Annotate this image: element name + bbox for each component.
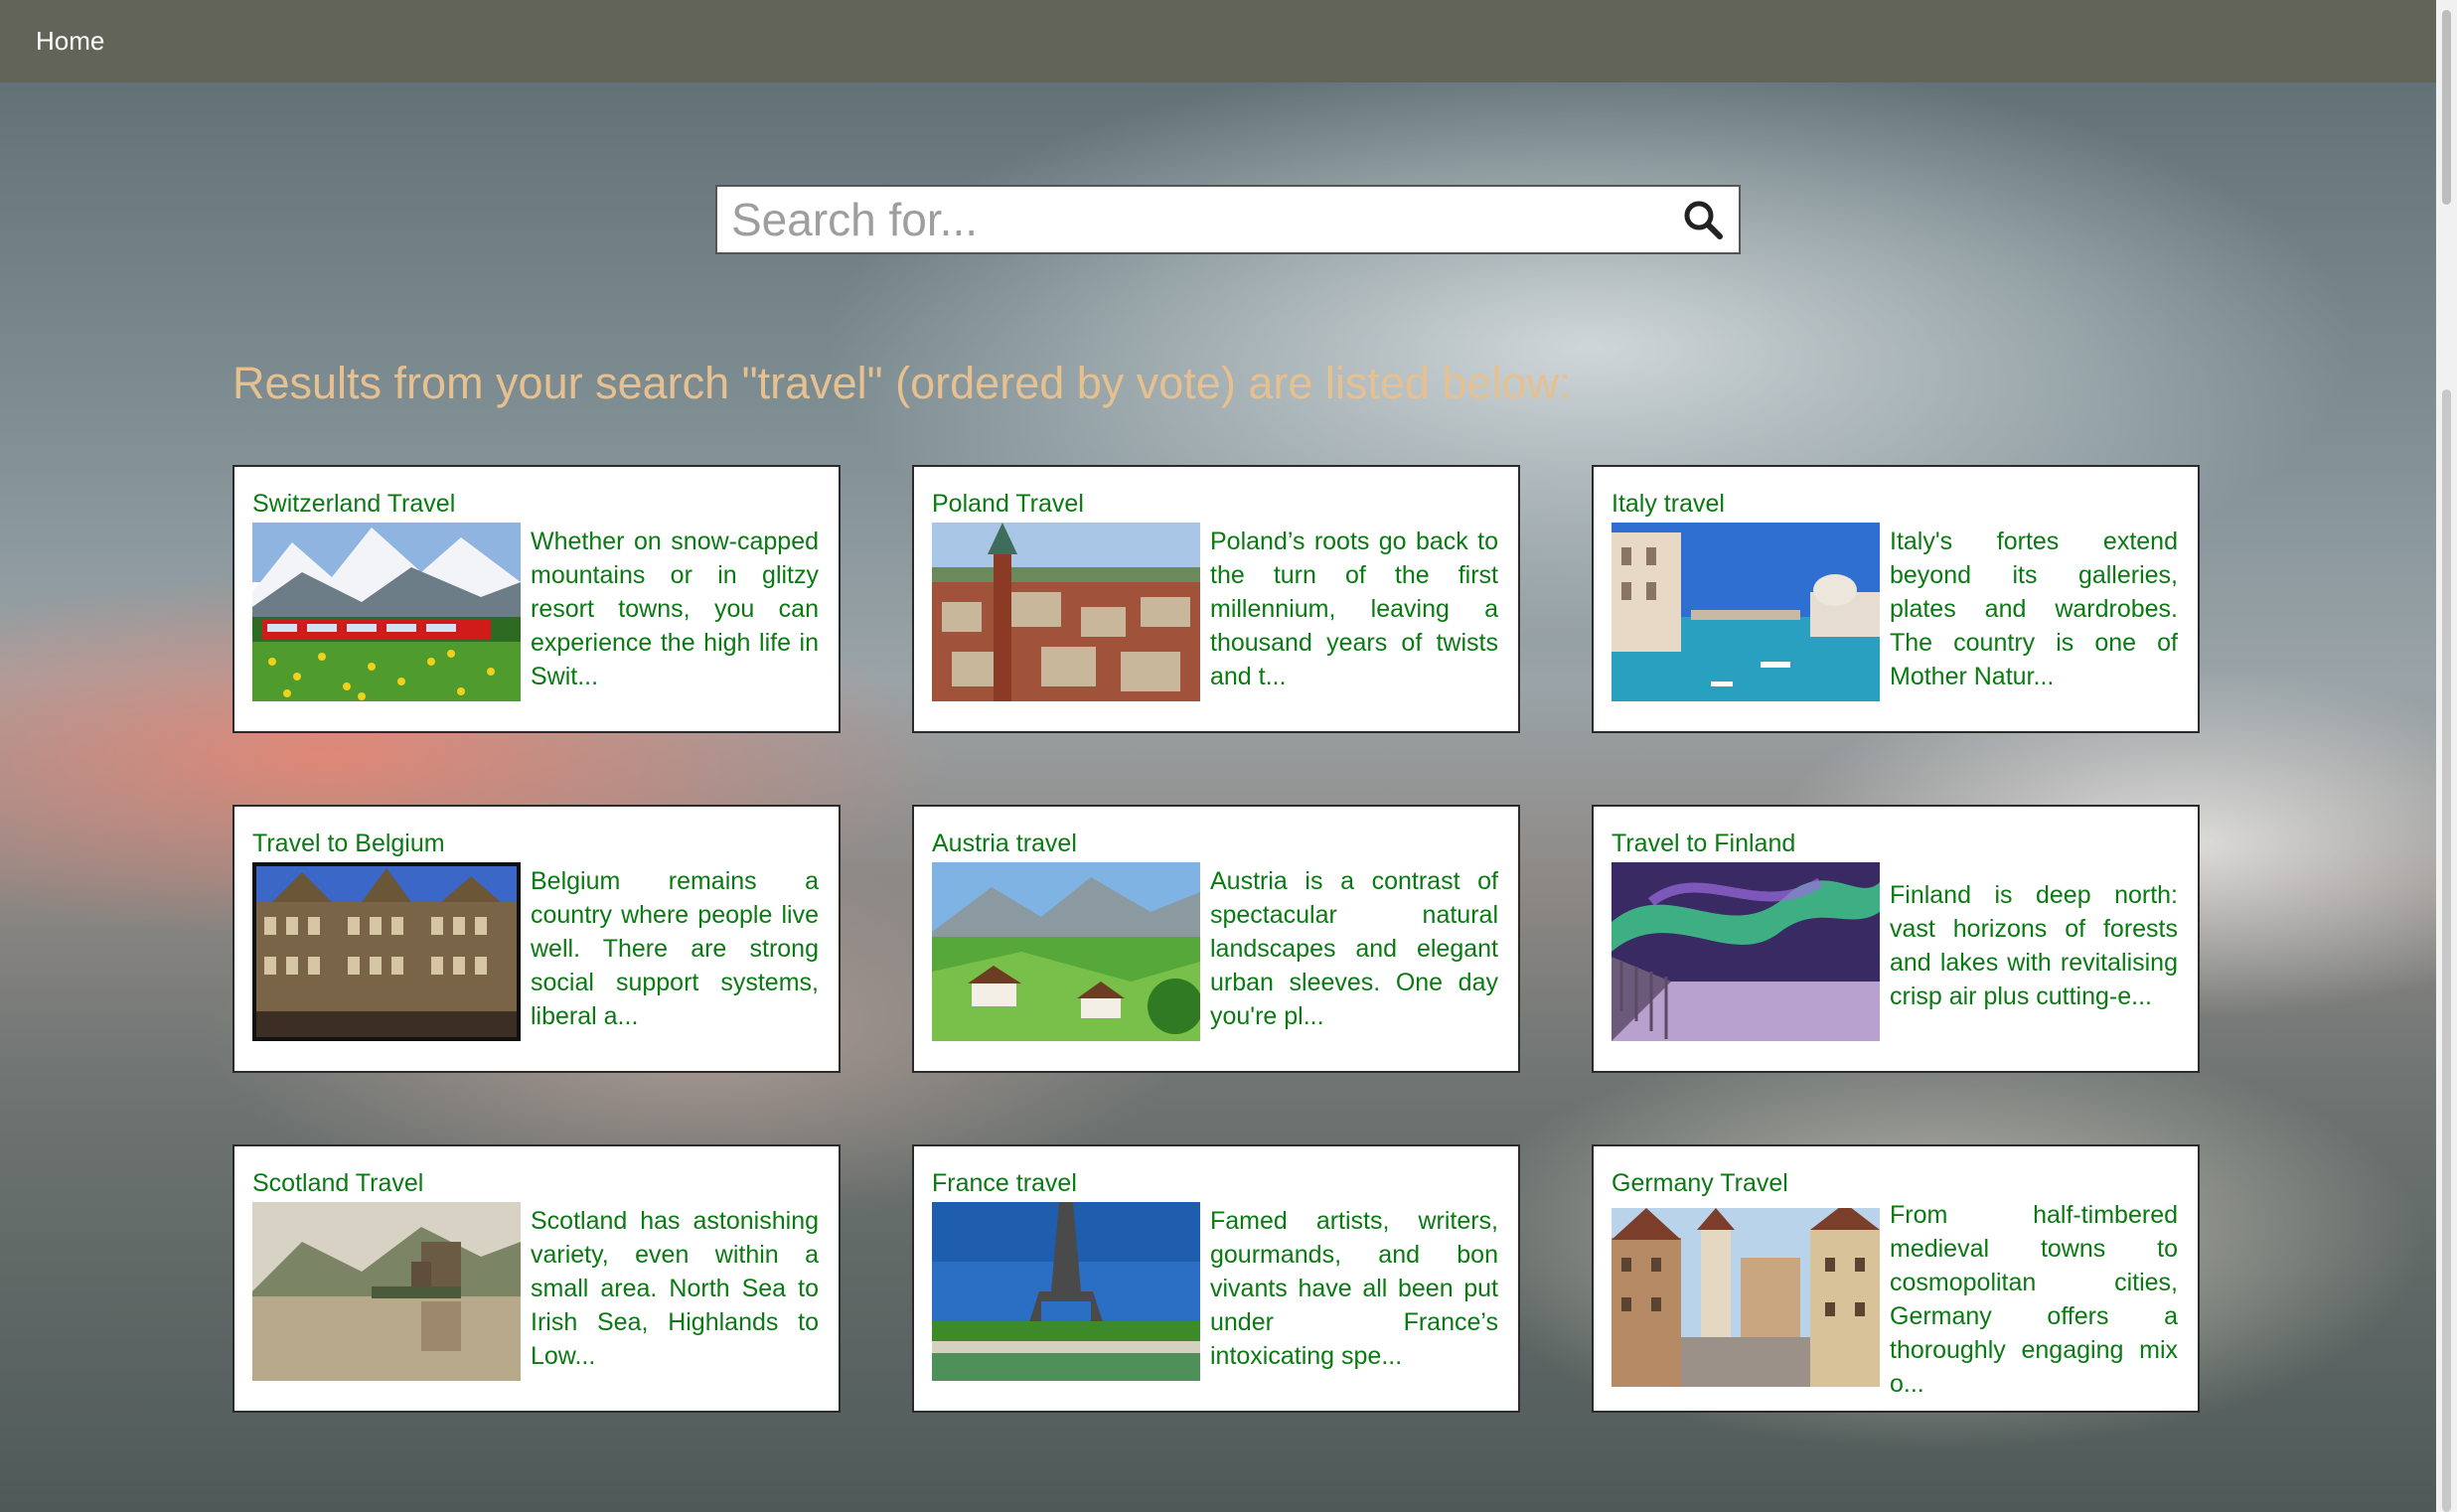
scrollbar-thumb-upper[interactable] [2442,10,2451,205]
top-navbar: Home [0,0,2436,82]
search-box [715,185,1741,254]
belgium-grand-place-photo[interactable] [252,862,521,1041]
result-card[interactable]: France travel Famed artists, writers, go… [912,1144,1520,1413]
card-title[interactable]: Germany Travel [1612,1168,2178,1198]
card-description: Scotland has astonishing variety, even w… [531,1207,819,1370]
poland-town-photo[interactable] [932,523,1200,701]
page-scrollbar[interactable] [2436,0,2457,1512]
card-title[interactable]: France travel [932,1168,1498,1198]
card-title[interactable]: Travel to Finland [1612,829,2178,858]
result-card[interactable]: Poland Travel Poland’s roots go back to … [912,465,1520,733]
card-title[interactable]: Travel to Belgium [252,829,819,858]
result-card[interactable]: Scotland Travel Scotland has astonishing… [232,1144,841,1413]
card-title[interactable]: Poland Travel [932,489,1498,519]
france-eiffel-photo[interactable] [932,1202,1200,1381]
card-description: Whether on snow-capped mountains or in g… [531,528,819,690]
result-card[interactable]: Austria travel Austria is a contrast of … [912,805,1520,1073]
card-description: Austria is a contrast of spectacular nat… [1210,867,1498,1030]
result-card[interactable]: Switzerland Travel Whether on snow-cappe… [232,465,841,733]
search-icon [1684,201,1723,239]
search-button[interactable] [1671,188,1735,251]
finland-aurora-photo[interactable] [1612,862,1880,1041]
search-input[interactable] [717,189,1671,250]
result-card[interactable]: Travel to Belgium Belgium remains a coun… [232,805,841,1073]
card-title[interactable]: Austria travel [932,829,1498,858]
results-grid: Switzerland Travel Whether on snow-cappe… [232,465,2200,1413]
austria-valley-photo[interactable] [932,862,1200,1041]
card-description: From half-timbered medieval towns to cos… [1890,1201,2178,1398]
scrollbar-thumb[interactable] [2442,389,2451,1512]
result-card[interactable]: Italy travel Italy's fortes extend beyon… [1592,465,2200,733]
germany-old-town-photo[interactable] [1612,1208,1880,1387]
result-card[interactable]: Germany Travel From half-timbered mediev… [1592,1144,2200,1413]
card-description: Italy's fortes extend beyond its galleri… [1890,528,2178,690]
card-description: Poland’s roots go back to the turn of th… [1210,528,1498,690]
result-card[interactable]: Travel to Finland Finland is deep north:… [1592,805,2200,1073]
card-description: Belgium remains a country where people l… [531,867,819,1030]
card-description: Finland is deep north: vast horizons of … [1890,881,2178,1010]
card-title[interactable]: Italy travel [1612,489,2178,519]
results-heading: Results from your search "travel" (order… [232,358,1572,408]
switzerland-train-photo[interactable] [252,523,521,701]
home-link[interactable]: Home [36,26,104,57]
card-description: Famed artists, writers, gourmands, and b… [1210,1207,1498,1370]
italy-venice-photo[interactable] [1612,523,1880,701]
scotland-castle-photo[interactable] [252,1202,521,1381]
card-title[interactable]: Switzerland Travel [252,489,819,519]
card-title[interactable]: Scotland Travel [252,1168,819,1198]
